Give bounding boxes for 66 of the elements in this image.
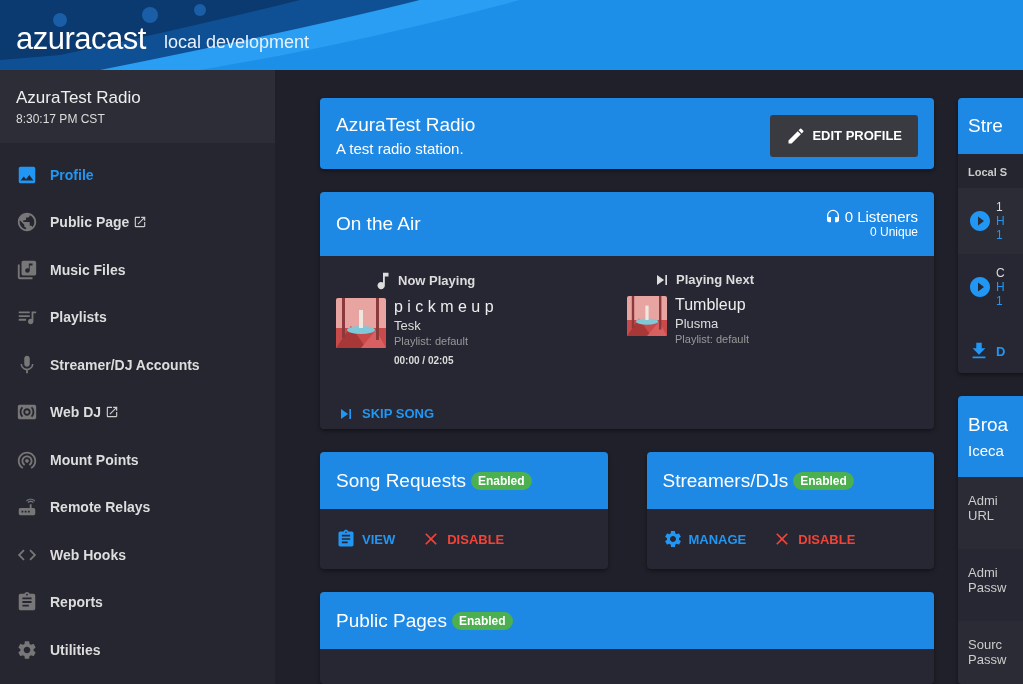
song-artist: Tesk	[394, 317, 422, 333]
edit-profile-button[interactable]: EDIT PROFILE	[770, 114, 918, 157]
sidebar-item[interactable]: Web Hooks	[0, 531, 275, 579]
headphones-icon	[824, 208, 841, 225]
status-badge: Enabled	[793, 472, 854, 490]
song-title: Tumbleup	[675, 295, 747, 314]
card-title: On the Air	[336, 212, 421, 235]
table-cell-text: Passw	[968, 652, 1008, 668]
sidebar-item[interactable]: Playlists	[0, 293, 275, 341]
table-cell-text: Passw	[968, 580, 1008, 596]
table-cell-text: Admi	[968, 493, 999, 509]
station-name: AzuraTest Radio	[16, 88, 142, 108]
stream-name: 1	[996, 200, 1004, 214]
play-icon[interactable]	[968, 275, 992, 299]
table-cell-text: Admi	[968, 565, 999, 581]
status-badge: Enabled	[451, 612, 513, 630]
clipboard-icon	[336, 529, 356, 550]
table-cell-text: URL	[968, 508, 995, 524]
song-time: 00:00 / 02:05	[394, 354, 455, 366]
card-title: Stre	[968, 115, 1003, 137]
table-cell-text: Sourc	[968, 637, 1003, 653]
settings-icon	[662, 529, 683, 550]
song-playlist: Playlist: default	[394, 334, 469, 347]
disable-button[interactable]: DISABLE	[772, 529, 856, 550]
skip-song-button[interactable]: SKIP SONG	[336, 403, 434, 424]
sidebar-item[interactable]: Mount Points	[0, 436, 275, 484]
listeners-count: 0 Listeners	[824, 208, 918, 226]
sidebar-item[interactable]: Web DJ	[0, 388, 275, 436]
song-artist: Plusma	[675, 315, 720, 331]
stream-link[interactable]: 1	[996, 294, 1005, 308]
stream-link[interactable]: H	[996, 280, 1005, 294]
card-title: Streamers/DJs	[662, 470, 789, 492]
globe-icon	[16, 211, 38, 234]
card-title: AzuraTest Radio	[336, 114, 476, 136]
card-title: Public Pages	[336, 610, 447, 632]
sidebar-item[interactable]: Remote Relays	[0, 483, 275, 531]
section-label: Local S	[968, 166, 1008, 178]
song-title: p i c k m e u p	[394, 297, 494, 316]
view-button[interactable]: VIEW	[336, 529, 396, 550]
stream-link[interactable]: 1	[996, 228, 1005, 242]
card-subtitle: Iceca	[968, 442, 1004, 460]
sidebar-item[interactable]: Public Page	[0, 198, 275, 246]
music-library-icon	[16, 258, 38, 281]
now-playing-heading: Now Playing	[398, 273, 476, 289]
play-icon[interactable]	[968, 209, 992, 233]
logo[interactable]: azuracast	[16, 21, 146, 57]
card-subtitle: A test radio station.	[336, 140, 465, 157]
station-time: 8:30:17 PM CST	[16, 112, 106, 126]
sidebar-item[interactable]: Profile	[0, 151, 275, 199]
manage-button[interactable]: MANAGE	[662, 529, 747, 550]
environment-label: local development	[163, 31, 309, 53]
stream-link[interactable]: H	[996, 214, 1005, 228]
playing-next-heading: Playing Next	[676, 272, 755, 288]
settings-icon	[16, 638, 38, 661]
sidebar-item[interactable]: Utilities	[0, 626, 275, 674]
disable-button[interactable]: DISABLE	[421, 529, 505, 550]
download-button[interactable]: D	[968, 340, 1006, 362]
sidebar-item[interactable]: Streamer/DJ Accounts	[0, 341, 275, 389]
unique-count: 0 Unique	[869, 225, 918, 240]
status-badge: Enabled	[470, 472, 532, 490]
card-title: Song Requests	[336, 470, 466, 492]
song-playlist: Playlist: default	[675, 332, 749, 345]
stream-name: C	[996, 266, 1005, 280]
sidebar-item[interactable]: Reports	[0, 578, 275, 626]
card-title: Broa	[968, 414, 1009, 437]
sidebar-item[interactable]: Music Files	[0, 246, 275, 294]
